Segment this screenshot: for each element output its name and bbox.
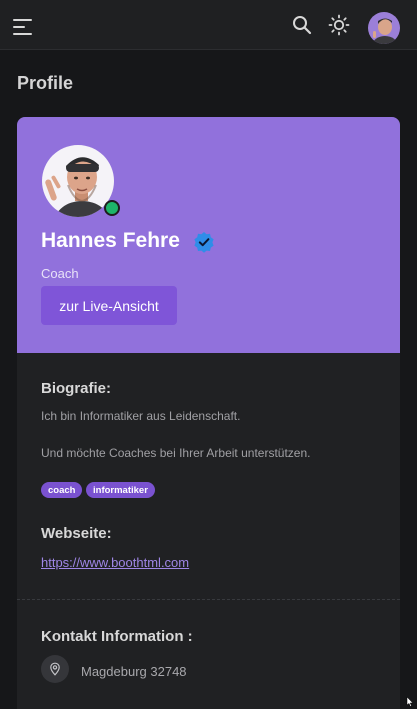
profile-card: Hannes Fehre Coach zur Live-Ansicht Biog… [17, 117, 400, 709]
biography-line-2: Und möchte Coaches bei Ihrer Arbeit unte… [41, 446, 311, 460]
website-link[interactable]: https://www.boothtml.com [41, 555, 189, 570]
biography-line-1: Ich bin Informatiker aus Leidenschaft. [41, 409, 241, 423]
verified-check-icon [194, 232, 214, 253]
profile-role: Coach [41, 266, 79, 281]
tag-coach[interactable]: coach [41, 482, 83, 498]
online-status-dot [104, 200, 120, 216]
live-view-button[interactable]: zur Live-Ansicht [41, 286, 177, 325]
profile-card-header: Hannes Fehre Coach zur Live-Ansicht [17, 117, 400, 353]
mouse-cursor-icon [406, 697, 414, 707]
user-avatar[interactable] [368, 12, 400, 44]
top-bar [0, 0, 417, 50]
hamburger-menu-icon[interactable] [13, 17, 35, 35]
website-heading: Webseite: [41, 525, 112, 542]
section-divider [17, 599, 400, 600]
map-pin-icon [41, 655, 69, 683]
page-title: Profile [17, 73, 74, 93]
contact-heading: Kontakt Information : [41, 628, 193, 645]
search-icon[interactable] [291, 14, 313, 36]
biography-heading: Biografie: [41, 380, 112, 397]
profile-name: Hannes Fehre [41, 229, 180, 252]
contact-location: Magdeburg 32748 [81, 664, 187, 679]
tag-informatiker[interactable]: informatiker [86, 482, 155, 498]
sun-icon[interactable] [328, 14, 350, 36]
